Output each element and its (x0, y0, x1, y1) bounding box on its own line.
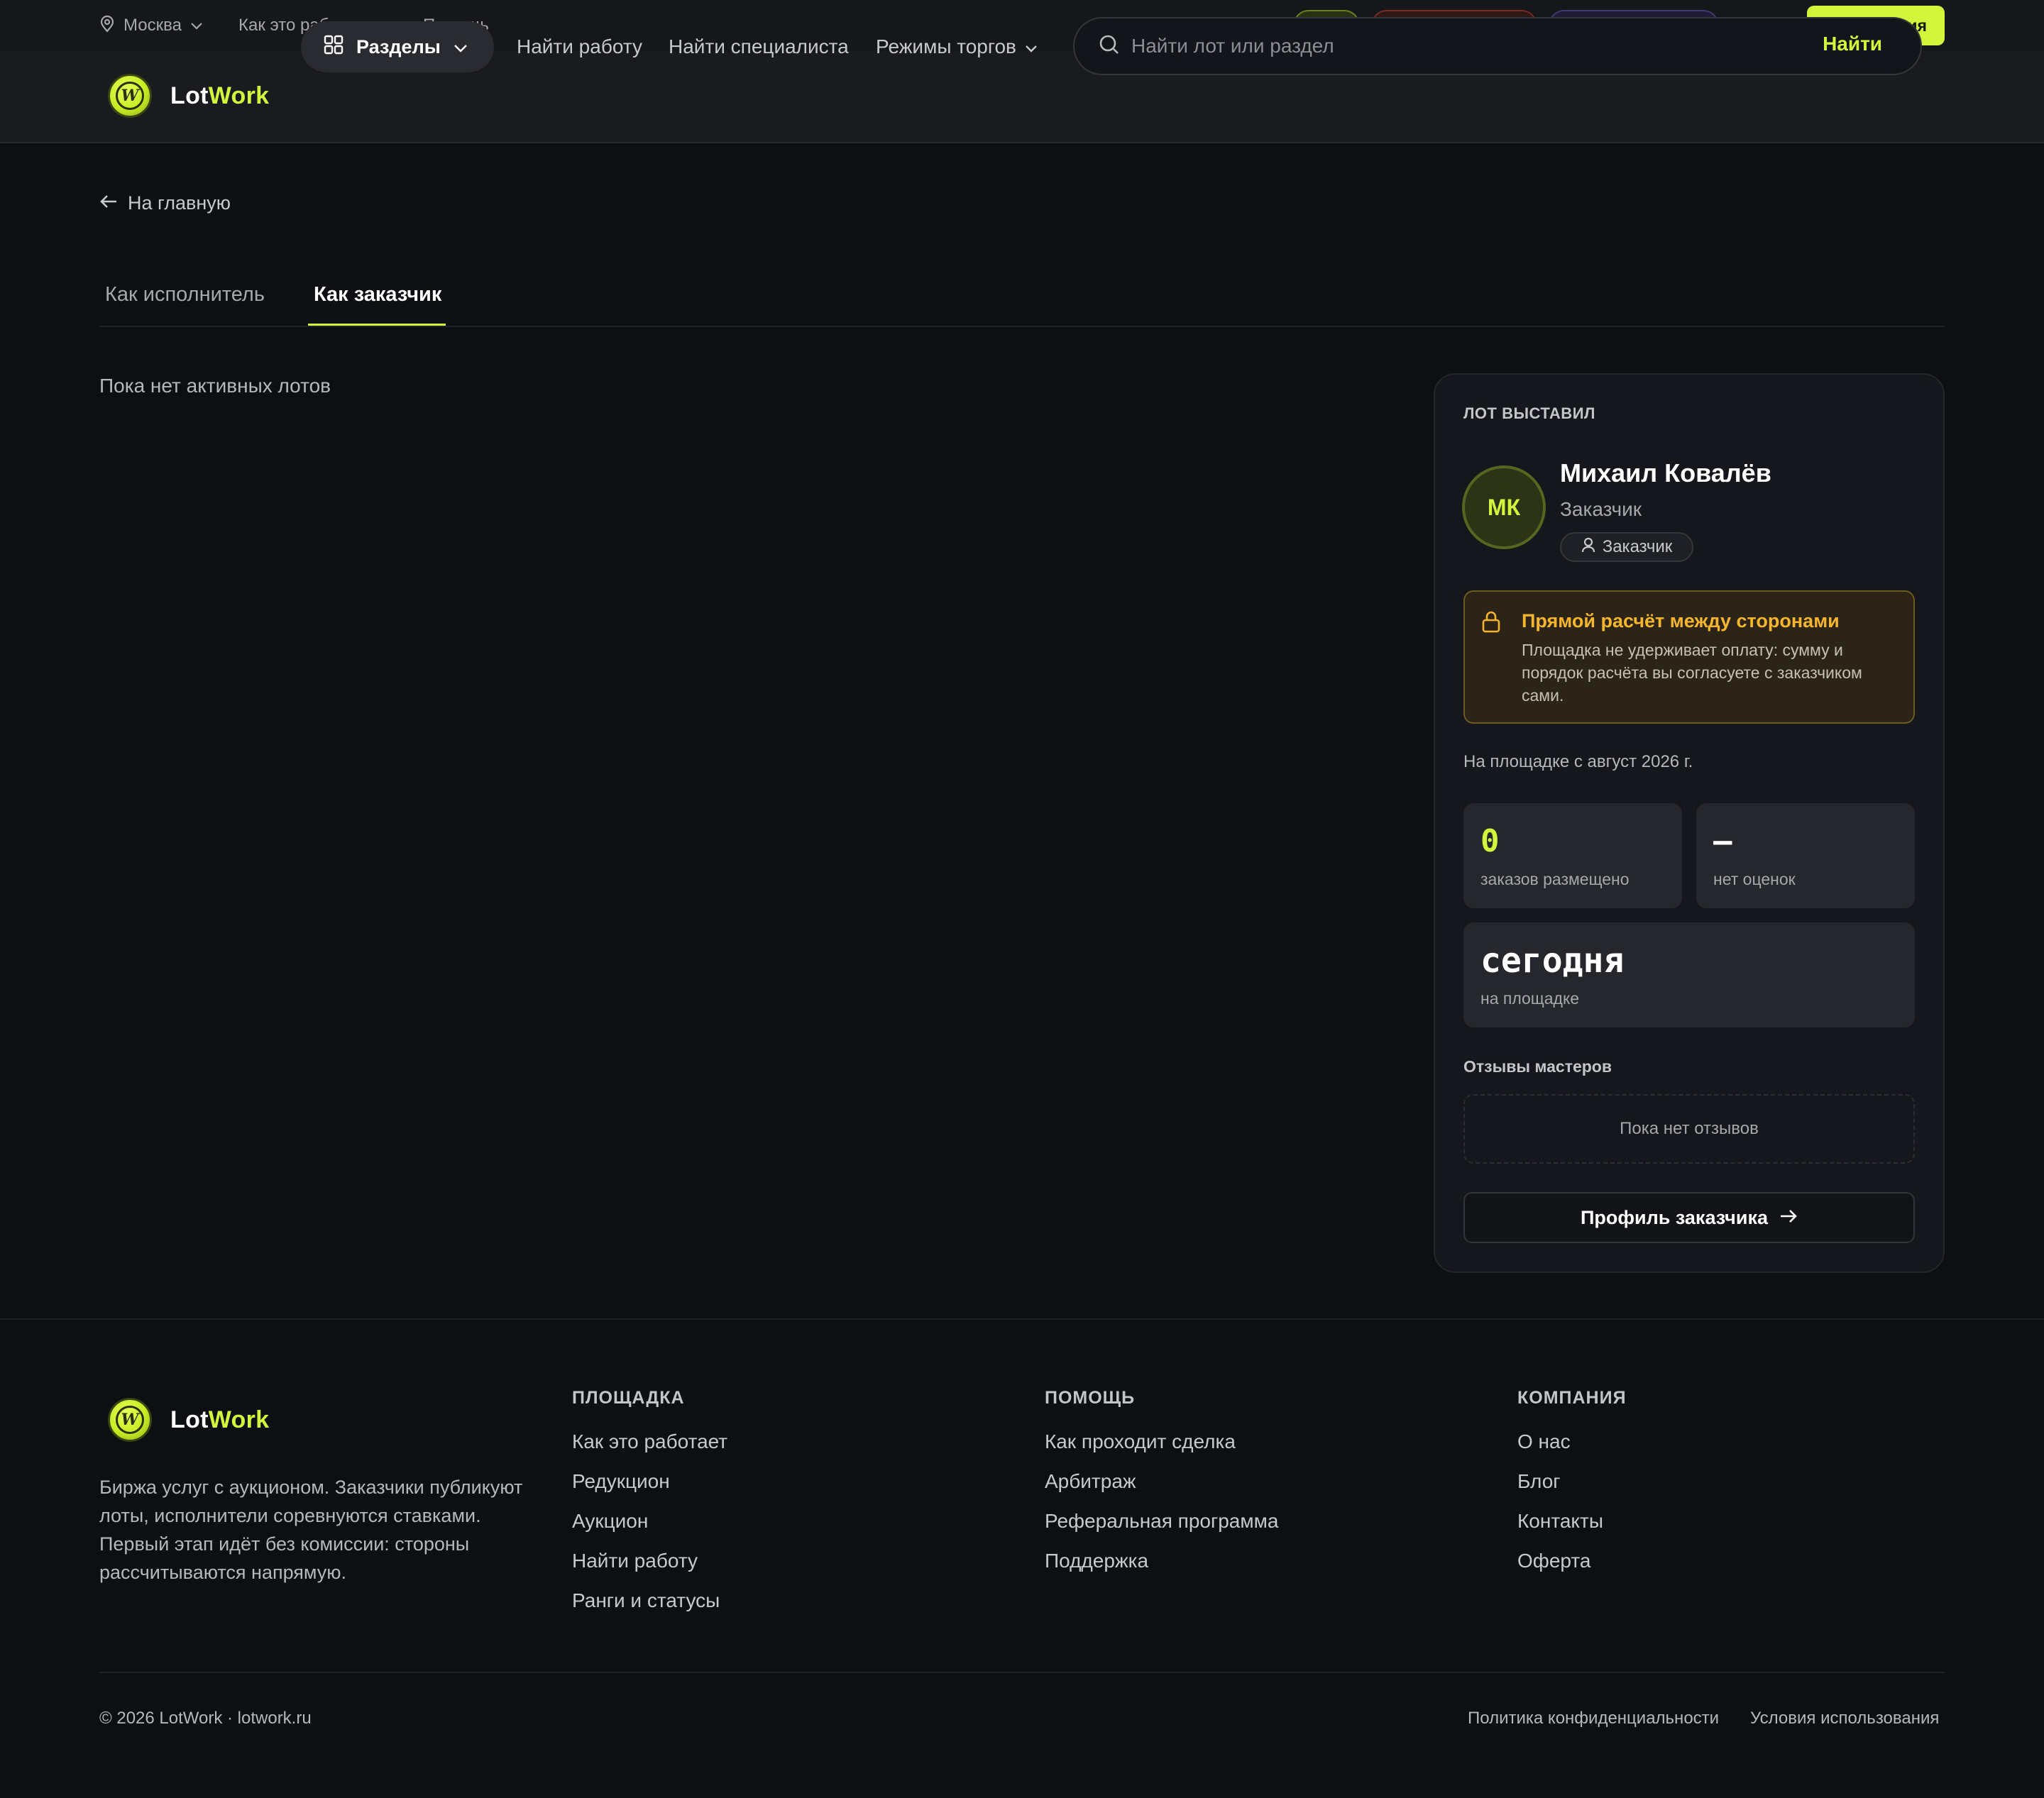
notice-text: Площадка не удерживает оплату: сумму и п… (1522, 641, 1862, 705)
active-tab-indicator (308, 324, 446, 326)
search-button[interactable]: Найти (1823, 33, 1882, 55)
terms-of-use-link[interactable]: Условия использования (1750, 1709, 1939, 1728)
role-badge: Заказчик (1560, 532, 1693, 562)
footer-link[interactable]: Как это работает (572, 1430, 727, 1453)
stat-rating-caption: нет оценок (1713, 870, 1796, 888)
notice-title: Прямой расчёт между сторонами (1522, 610, 1840, 631)
footer-link[interactable]: Ранги и статусы (572, 1589, 720, 1612)
lock-icon (1480, 610, 1502, 636)
footer-link[interactable]: Оферта (1517, 1550, 1590, 1572)
user-name: Михаил Ковалёв (1560, 458, 1771, 487)
search-icon (1099, 34, 1120, 59)
footer-description: Биржа услуг с аукционом. Заказчики публи… (99, 1477, 523, 1583)
footer-col-platform-title: ПЛОЩАДКА (572, 1388, 685, 1408)
nav-find-specialist[interactable]: Найти специалиста (669, 21, 849, 72)
footer-link[interactable]: Редукцион (572, 1470, 670, 1493)
chevron-down-icon (454, 36, 468, 58)
footer-link[interactable]: Арбитраж (1045, 1470, 1136, 1493)
logo-coin-icon: W (108, 74, 152, 118)
chevron-down-icon (1025, 35, 1038, 58)
logo-coin-icon: W (108, 1398, 152, 1442)
sections-button[interactable]: Разделы (301, 21, 494, 72)
member-since: На площадке с август 2026 г. (1463, 752, 1693, 771)
footer-link[interactable]: Блог (1517, 1470, 1561, 1493)
location-pin-icon (99, 14, 115, 38)
sections-label: Разделы (356, 35, 441, 57)
tabs-divider (99, 326, 1945, 327)
arrow-left-icon (99, 192, 118, 214)
grid-icon (324, 35, 344, 60)
reviews-heading: Отзывы мастеров (1463, 1057, 1612, 1076)
footer-link[interactable]: Аукцион (572, 1510, 648, 1533)
tab-as-executor[interactable]: Как исполнитель (105, 277, 265, 312)
tab-as-customer[interactable]: Как заказчик (314, 277, 441, 312)
profile-button-label: Профиль заказчика (1580, 1206, 1768, 1228)
stat-activity-value: сегодня (1480, 941, 1625, 981)
footer-link[interactable]: О нас (1517, 1430, 1571, 1453)
footer-link[interactable]: Контакты (1517, 1510, 1603, 1533)
back-label: На главную (128, 192, 231, 214)
logo-wordmark: LotWork (170, 82, 270, 109)
role-badge-label: Заказчик (1602, 537, 1673, 556)
city-label: Москва (123, 16, 182, 35)
search-input[interactable] (1131, 35, 1770, 57)
user-icon (1581, 537, 1595, 558)
search-bar: Найти (1073, 17, 1922, 75)
footer-logo[interactable]: W LotWork (108, 1398, 269, 1442)
privacy-policy-link[interactable]: Политика конфиденциальности (1468, 1709, 1719, 1728)
stat-activity-caption: на площадке (1480, 989, 1580, 1008)
avatar: МК (1462, 465, 1546, 549)
city-selector[interactable]: Москва (99, 13, 203, 38)
footer-link[interactable]: Найти работу (572, 1550, 698, 1572)
stat-orders-caption: заказов размещено (1480, 870, 1630, 888)
logo-wordmark: LotWork (170, 1406, 270, 1433)
trade-modes-label: Режимы торгов (876, 35, 1016, 57)
user-role: Заказчик (1560, 498, 1642, 520)
customer-profile-button[interactable]: Профиль заказчика (1463, 1192, 1915, 1243)
copyright: © 2026 LotWork · lotwork.ru (99, 1709, 312, 1728)
nav-find-work[interactable]: Найти работу (517, 21, 642, 72)
stat-orders-value: 0 (1480, 823, 1500, 859)
footer-col-company-title: КОМПАНИЯ (1517, 1388, 1627, 1408)
arrow-right-icon (1779, 1207, 1798, 1229)
chevron-down-icon (190, 16, 203, 35)
footer-col-help-title: ПОМОЩЬ (1045, 1388, 1136, 1408)
footer-bottom-divider (99, 1672, 1945, 1673)
empty-lots-message: Пока нет активных лотов (99, 375, 331, 397)
reviews-empty-state: Пока нет отзывов (1463, 1094, 1915, 1164)
card-label: ЛОТ ВЫСТАВИЛ (1463, 404, 1595, 422)
footer-divider (0, 1318, 2044, 1320)
footer-link[interactable]: Реферальная программа (1045, 1510, 1278, 1533)
nav-trade-modes[interactable]: Режимы торгов (876, 21, 1038, 72)
back-to-home-link[interactable]: На главную (99, 190, 231, 216)
footer-link[interactable]: Поддержка (1045, 1550, 1148, 1572)
stat-rating-value: – (1713, 823, 1732, 859)
logo[interactable]: W LotWork (108, 74, 269, 118)
footer-link[interactable]: Как проходит сделка (1045, 1430, 1236, 1453)
